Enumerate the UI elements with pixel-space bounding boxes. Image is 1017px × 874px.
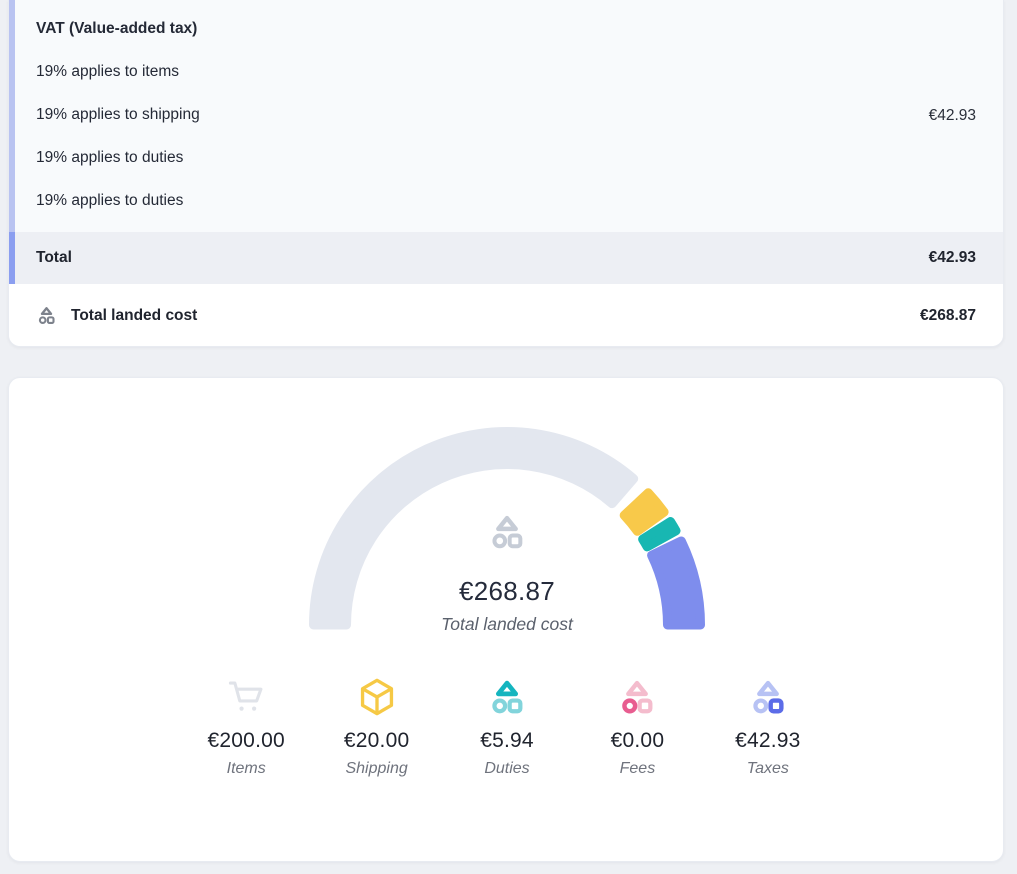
landed-cost-summary-card: €268.87 Total landed cost €200.00 Items — [8, 377, 1004, 862]
stat-label-fees: Fees — [572, 760, 702, 778]
vat-group-title: VAT (Value-added tax) — [15, 7, 1003, 50]
total-amount: €42.93 — [929, 249, 976, 267]
total-label: Total — [36, 249, 72, 267]
stat-label-items: Items — [181, 760, 311, 778]
vat-line-duties-2: 19% applies to duties — [15, 179, 1003, 222]
landed-cost-label: Total landed cost — [71, 307, 197, 325]
landed-cost-icon — [36, 306, 57, 325]
cost-stats-row: €200.00 Items €20.00 Shipping €5.94 — [181, 675, 833, 778]
tax-breakdown-card: VAT (Value-added tax) 19% applies to ite… — [8, 0, 1004, 347]
package-icon — [357, 677, 397, 717]
vat-group-amount: €42.93 — [929, 107, 976, 125]
cart-icon — [226, 678, 266, 716]
gauge-chart — [301, 421, 713, 637]
stat-duties: €5.94 Duties — [442, 675, 572, 778]
stat-label-shipping: Shipping — [311, 760, 441, 778]
vat-line-items: 19% applies to items — [15, 50, 1003, 93]
stat-shipping: €20.00 Shipping — [311, 675, 441, 778]
gauge-segment-taxes — [652, 541, 701, 625]
stat-fees: €0.00 Fees — [572, 675, 702, 778]
stat-value-fees: €0.00 — [572, 729, 702, 753]
total-row: Total €42.93 — [9, 232, 1003, 284]
fees-icon — [617, 679, 657, 715]
landed-cost-amount: €268.87 — [920, 307, 976, 325]
vat-group: VAT (Value-added tax) 19% applies to ite… — [9, 0, 1003, 232]
vat-line-duties-1: 19% applies to duties — [15, 136, 1003, 179]
stat-items: €200.00 Items — [181, 675, 311, 778]
gauge-segment-items — [314, 432, 634, 626]
stat-value-items: €200.00 — [181, 729, 311, 753]
stat-value-duties: €5.94 — [442, 729, 572, 753]
landed-cost-row: Total landed cost €268.87 — [9, 284, 1003, 347]
vat-line-shipping: 19% applies to shipping — [15, 93, 1003, 136]
stat-value-taxes: €42.93 — [703, 729, 833, 753]
stat-label-duties: Duties — [442, 760, 572, 778]
stat-taxes: €42.93 Taxes — [703, 675, 833, 778]
duties-icon — [487, 679, 527, 715]
stat-label-taxes: Taxes — [703, 760, 833, 778]
stat-value-shipping: €20.00 — [311, 729, 441, 753]
taxes-icon — [748, 679, 788, 715]
